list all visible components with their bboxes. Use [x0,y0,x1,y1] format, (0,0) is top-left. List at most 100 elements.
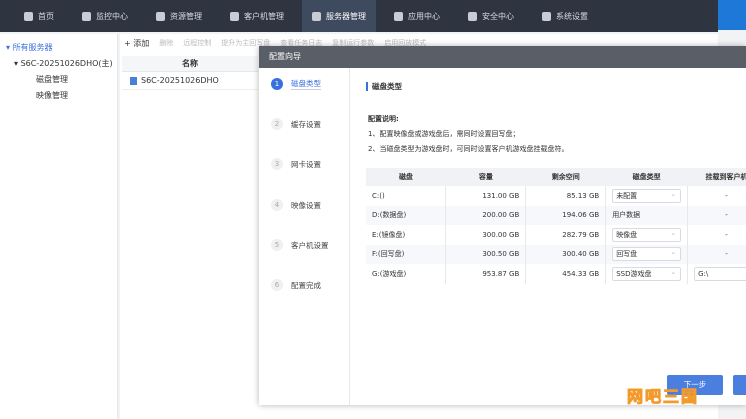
tree-image-mgmt[interactable]: 映像管理 [6,88,117,104]
tree-server-label: S6C-20251026DHO(主) [20,59,113,68]
disk-type-select[interactable]: 回写盘 [612,246,682,262]
wizard-step-4[interactable]: 4 映像设置 [271,199,321,211]
sidebar: ▾ 所有服务器 ▾ S6C-20251026DHO(主) 磁盘管理 映像管理 [0,34,118,419]
disk-table: 磁盘 容量 剩余空间 磁盘类型 挂载到客户机 C:() 131.00 GB 85.13 … [366,168,746,284]
nav-item-3[interactable]: 客户机管理 [220,0,294,32]
step-number: 3 [271,158,283,170]
step-label: 缓存设置 [291,119,321,129]
step-number: 2 [271,118,283,130]
column-header: 挂载到客户机 [687,168,746,186]
column-header: 磁盘类型 [605,168,688,186]
disk-type-cell: 映像盘 [605,225,689,245]
column-header: 磁盘 [366,168,446,186]
header-corner [718,0,746,30]
list-header: 名称 [122,56,258,72]
nav-label: 监控中心 [96,11,128,21]
disk-row: F:(回写盘) 300.50 GB 300.40 GB 回写盘 - [366,244,746,264]
disk-name: G:(游戏盘) [366,264,447,284]
disk-name: D:(数据盘) [366,205,447,225]
disk-capacity: 300.50 GB [445,244,527,264]
disk-name: C:() [366,186,447,206]
disk-capacity: 131.00 GB [445,186,527,206]
step-label: 客户机设置 [291,240,329,250]
mount-text: - [725,250,728,259]
wizard-step-3[interactable]: 3 网卡设置 [271,158,321,170]
column-header: 容量 [445,168,526,186]
column-header: 剩余空间 [525,168,606,186]
disk-type-select[interactable]: 映像盘 [612,227,682,242]
server-icon [312,11,321,21]
step-label: 配置完成 [291,280,321,290]
step-number: 4 [271,199,283,211]
nav-item-5[interactable]: 应用中心 [384,0,450,32]
disk-name: F:(回写盘) [366,244,447,264]
disk-free: 300.40 GB [525,244,607,264]
gear-icon [542,11,551,21]
nav-label: 服务器管理 [326,11,366,21]
disk-type-select[interactable]: 未配置 [612,188,682,203]
nav-label: 资源管理 [170,11,202,21]
list-row[interactable]: S6C-20251026DHO [122,72,258,90]
nav-label: 系统设置 [556,11,588,21]
disk-type-select[interactable]: SSD游戏盘 [612,266,682,281]
disk-free: 194.06 GB [525,205,607,225]
step-label: 磁盘类型 [291,79,321,90]
mount-cell: - [687,225,746,245]
disk-name: E:(镜像盘) [366,225,447,245]
disk-type-text: 用户数据 [612,211,641,220]
nav-item-1[interactable]: 监控中心 [72,0,138,32]
disk-row: D:(数据盘) 200.00 GB 194.06 GB 用户数据 - [366,205,746,225]
monitor-icon [82,11,91,21]
disk-capacity: 953.87 GB [445,264,527,284]
step-number: 1 [271,78,283,90]
disk-capacity: 200.00 GB [445,205,527,225]
toolbar-button-0[interactable]: + 添加 [124,38,149,49]
wizard-step-5[interactable]: 5 客户机设置 [271,239,329,251]
mount-text: - [725,191,728,200]
nav-item-7[interactable]: 系统设置 [532,0,598,32]
nav-label: 客户机管理 [244,11,284,21]
mount-text: - [725,211,728,220]
nav-item-0[interactable]: 首页 [14,0,64,32]
toolbar-button-2[interactable]: 远程控制 [183,38,211,49]
step-label: 网卡设置 [291,159,321,169]
tree-root[interactable]: ▾ 所有服务器 [6,40,117,56]
disk-free: 454.33 GB [525,264,607,284]
client-icon [230,11,239,21]
tree-disk-mgmt[interactable]: 磁盘管理 [6,72,117,88]
toolbar-button-1[interactable]: 删除 [159,38,173,49]
nav-label: 首页 [38,11,54,21]
server-icon [130,76,137,85]
mount-text: - [725,230,728,239]
nav-item-4[interactable]: 服务器管理 [302,0,376,32]
step-number: 5 [271,239,283,251]
section-title: 磁盘类型 [366,82,402,91]
server-name: S6C-20251026DHO [141,75,219,85]
disk-row: E:(镜像盘) 300.00 GB 282.79 GB 映像盘 - [366,225,746,245]
mount-cell: - [687,244,746,264]
resource-icon [156,11,165,21]
nav-label: 应用中心 [408,11,440,21]
tree-server[interactable]: ▾ S6C-20251026DHO(主) [6,56,117,72]
mount-select[interactable]: G:\ [694,266,746,281]
top-nav: 首页 监控中心 资源管理 客户机管理 服务器管理 应用中心 安全中心 系统设置 [0,0,718,32]
nav-item-2[interactable]: 资源管理 [146,0,212,32]
secondary-button[interactable] [733,375,746,395]
wizard-content: 磁盘类型 配置说明: 1、配置映像盘或游戏盘后，需同时设置回写盘； 2、当磁盘类… [366,68,746,405]
disk-free: 85.13 GB [525,186,607,206]
shield-icon [468,11,477,21]
dialog-title: 配置向导 [259,46,746,68]
watermark-logo: 网吧三国 [626,387,700,407]
note-1: 1、配置映像盘或游戏盘后，需同时设置回写盘； [368,130,520,138]
disk-row: C:() 131.00 GB 85.13 GB 未配置 - [366,186,746,206]
disk-type-cell: 回写盘 [605,244,689,264]
disk-free: 282.79 GB [525,225,607,245]
mount-cell: G:\ [687,264,746,284]
step-number: 6 [271,279,283,291]
nav-item-6[interactable]: 安全中心 [458,0,524,32]
wizard-step-2[interactable]: 2 缓存设置 [271,118,321,130]
step-label: 映像设置 [291,200,321,210]
wizard-step-1[interactable]: 1 磁盘类型 [271,78,321,90]
disk-type-cell: 用户数据 [605,205,689,225]
wizard-step-6[interactable]: 6 配置完成 [271,279,321,291]
